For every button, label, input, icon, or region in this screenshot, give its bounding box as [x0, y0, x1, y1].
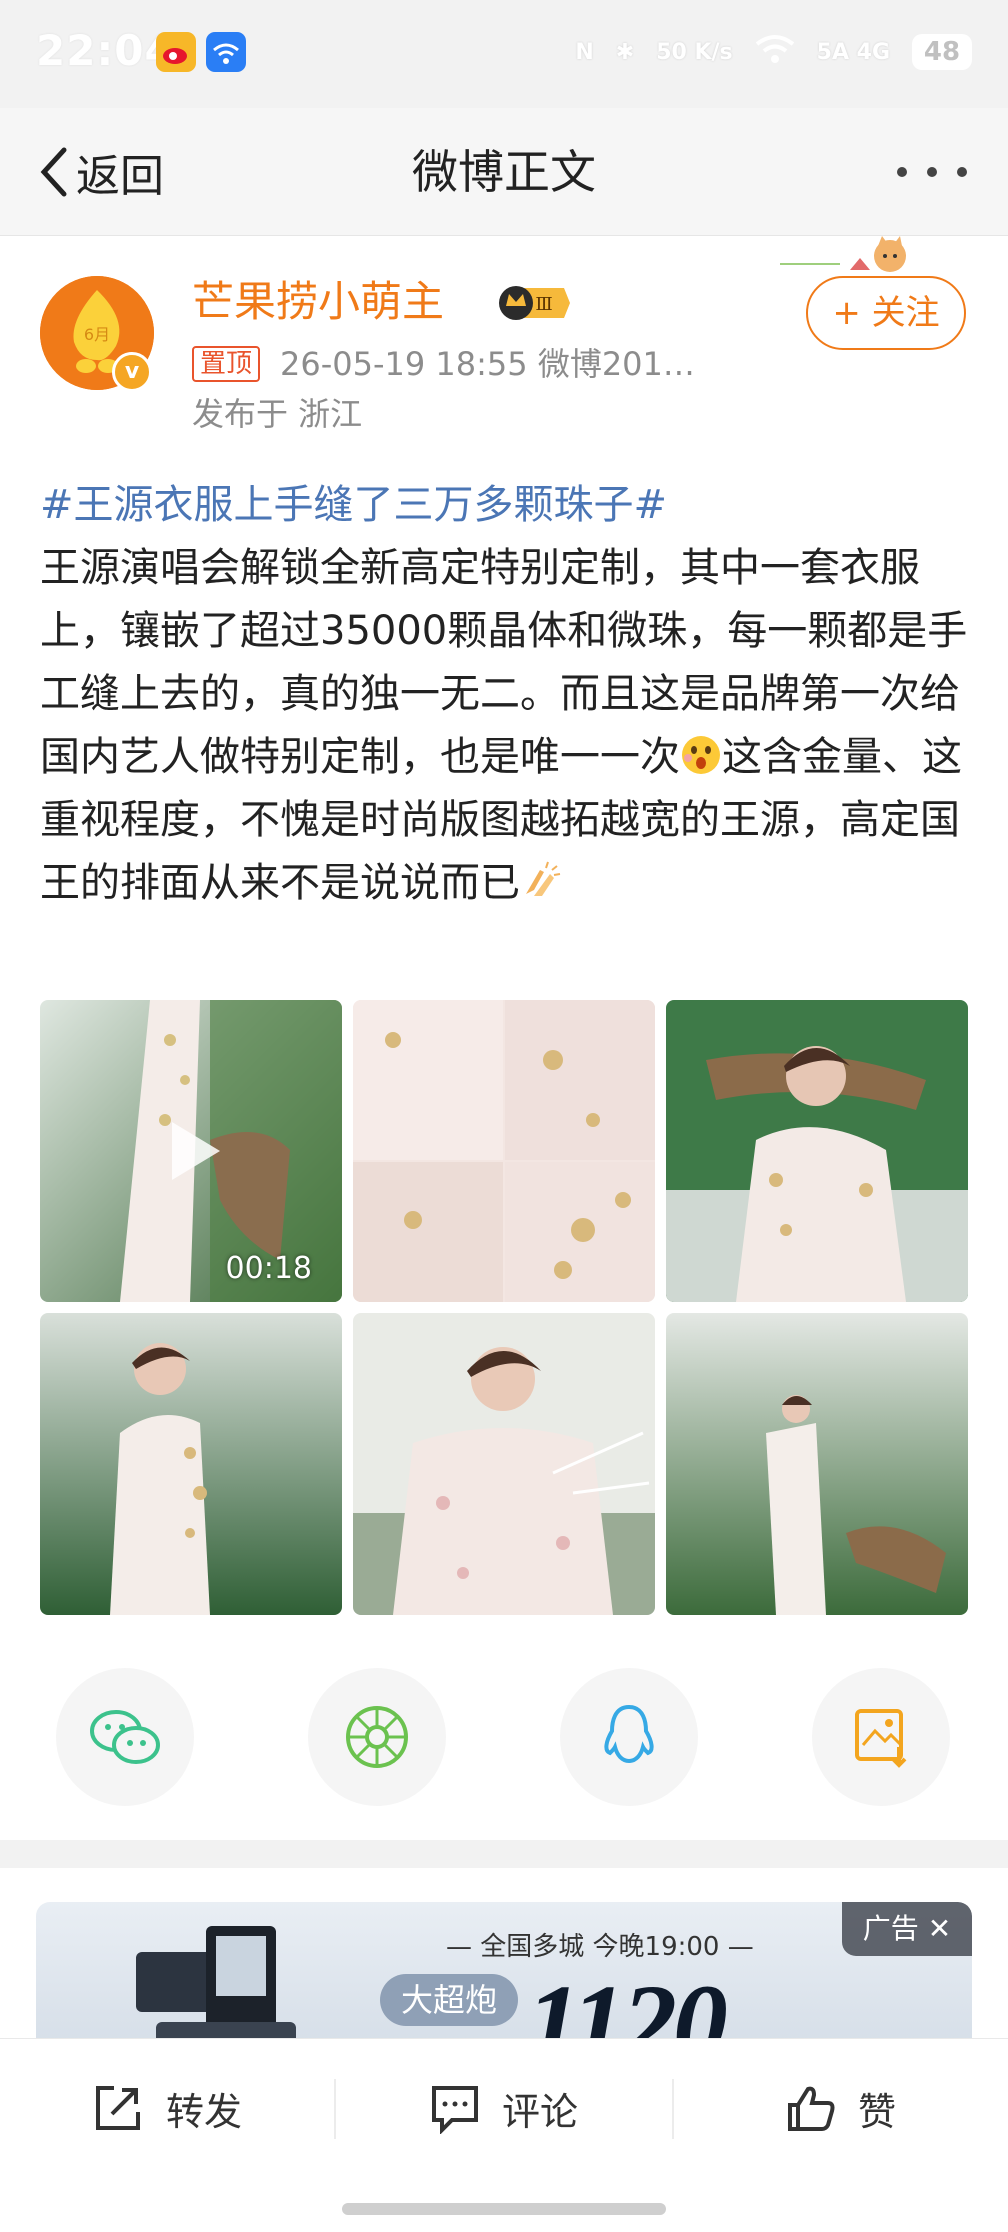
video-duration: 00:18: [225, 1251, 312, 1286]
post-meta: 26-05-19 18:55 微博201…: [280, 345, 695, 383]
like-button[interactable]: 赞: [786, 2073, 896, 2143]
verified-badge-icon: v: [112, 352, 152, 392]
status-indicators: N ✱ 50 K/s 5A 4G 48: [575, 30, 972, 74]
status-time: 22:04: [36, 26, 175, 75]
image-grid: 00:18: [40, 1000, 968, 1615]
page-title: 微博正文: [412, 145, 596, 199]
status-bar: 22:04 N ✱ 50 K/s 5A 4G 48: [0, 0, 1008, 108]
post-text: #王源衣服上手缝了三万多颗珠子# 王源演唱会解锁全新高定特别定制，其中一套衣服上…: [40, 474, 970, 915]
share-save-image-button[interactable]: [812, 1668, 950, 1806]
action-divider: [334, 2079, 336, 2139]
image-thumbnail[interactable]: [666, 1313, 968, 1615]
wifi-icon: [755, 34, 795, 70]
surprised-emoji-icon: [680, 732, 722, 774]
post-location: 发布于 浙江: [192, 395, 363, 433]
ad-badge: 大超炮: [380, 1974, 518, 2026]
nav-bar: 返回 微博正文: [0, 108, 1008, 236]
image-thumbnail[interactable]: [666, 1000, 968, 1302]
follow-button[interactable]: + 关注: [806, 276, 966, 350]
repost-button[interactable]: 转发: [92, 2073, 242, 2143]
wifi-app-icon: [206, 32, 246, 72]
hashtag-link[interactable]: #王源衣服上手缝了三万多颗珠子#: [40, 482, 667, 528]
image-thumbnail[interactable]: [353, 1313, 655, 1615]
pinned-tag: 置顶: [192, 346, 261, 382]
comment-button[interactable]: 评论: [430, 2073, 578, 2143]
comment-label: 评论: [502, 2089, 579, 2134]
comment-icon: [432, 2086, 478, 2134]
image-thumbnail[interactable]: [40, 1313, 342, 1615]
close-icon: ✕: [927, 1912, 952, 1945]
author-name[interactable]: 芒果捞小萌主: [192, 274, 444, 330]
repost-label: 转发: [166, 2089, 243, 2134]
pray-hands-emoji-icon: [520, 858, 562, 900]
share-qq-button[interactable]: [560, 1668, 698, 1806]
ad-headline: — 全国多城 今晚19:00 —: [446, 1932, 754, 1962]
more-icon: [897, 167, 967, 177]
action-divider: [672, 2079, 674, 2139]
signal-label: 5A 4G: [816, 39, 890, 65]
share-row: [0, 1668, 1008, 1808]
play-icon: [172, 1122, 220, 1180]
ad-close-button[interactable]: 广告 ✕: [842, 1902, 972, 1956]
thumbs-up-icon: [788, 2086, 835, 2131]
video-thumbnail[interactable]: 00:18: [40, 1000, 342, 1302]
home-indicator[interactable]: [342, 2203, 666, 2215]
image-thumbnail[interactable]: [353, 1000, 655, 1302]
section-divider: [0, 1840, 1008, 1868]
qq-icon: [604, 1704, 654, 1764]
vip-level: Ⅲ: [535, 294, 552, 315]
share-moments-button[interactable]: [308, 1668, 446, 1806]
vip-badge-icon: Ⅲ: [498, 282, 570, 324]
like-label: 赞: [858, 2089, 897, 2134]
save-image-icon: [855, 1709, 907, 1768]
battery-icon: 48: [912, 34, 972, 70]
network-speed: 50 K/s: [656, 39, 733, 65]
ad-tag-label: 广告: [862, 1912, 919, 1945]
moments-icon: [346, 1706, 408, 1768]
bottom-action-bar: 转发 评论 赞: [0, 2038, 1008, 2232]
share-wechat-button[interactable]: [56, 1668, 194, 1806]
repost-icon: [96, 2086, 140, 2130]
avatar-mark: 6月: [84, 325, 110, 344]
follow-decoration-icon: [780, 234, 940, 280]
wechat-icon: [90, 1710, 160, 1764]
more-options-button[interactable]: [892, 144, 972, 200]
bluetooth-icon: ✱: [615, 39, 635, 65]
nfc-icon: N: [575, 39, 594, 65]
weibo-app-icon: [156, 32, 196, 72]
